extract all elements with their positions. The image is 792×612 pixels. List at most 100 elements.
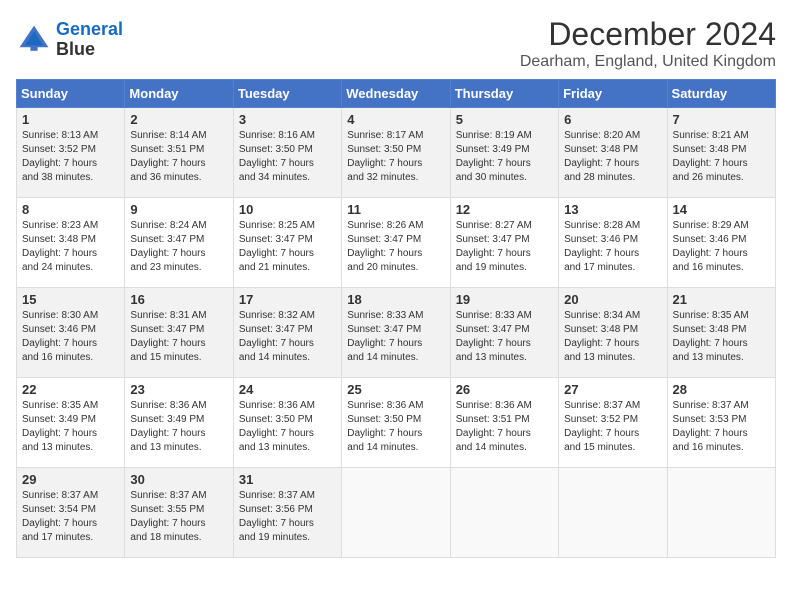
day-info: Sunrise: 8:36 AMSunset: 3:51 PMDaylight:… <box>456 399 553 455</box>
calendar-week-1: 1Sunrise: 8:13 AMSunset: 3:52 PMDaylight… <box>17 108 776 198</box>
calendar-cell: 17 Sunrise: 8:32 AMSunset: 3:47 PMDayligh… <box>233 288 341 378</box>
calendar-cell: 1Sunrise: 8:13 AMSunset: 3:52 PMDaylight… <box>17 108 125 198</box>
calendar-cell: 6 Sunrise: 8:20 AMSunset: 3:48 PMDaylight… <box>559 108 667 198</box>
day-info: Sunrise: 8:37 AMSunset: 3:53 PMDaylight:… <box>673 399 770 455</box>
day-info: Sunrise: 8:24 AMSunset: 3:47 PMDaylight:… <box>130 219 227 275</box>
day-number: 19 <box>456 292 553 307</box>
col-thursday: Thursday <box>450 80 558 108</box>
logo-text: General Blue <box>56 20 123 60</box>
day-number: 26 <box>456 382 553 397</box>
day-info: Sunrise: 8:23 AMSunset: 3:48 PMDaylight:… <box>22 219 119 275</box>
calendar-cell: 18Sunrise: 8:33 AMSunset: 3:47 PMDayligh… <box>342 288 450 378</box>
day-info: Sunrise: 8:37 AMSunset: 3:55 PMDaylight:… <box>130 489 227 545</box>
calendar-cell: 30 Sunrise: 8:37 AMSunset: 3:55 PMDayligh… <box>125 468 233 558</box>
col-tuesday: Tuesday <box>233 80 341 108</box>
day-number: 23 <box>130 382 227 397</box>
calendar-week-5: 29 Sunrise: 8:37 AMSunset: 3:54 PMDayligh… <box>17 468 776 558</box>
calendar-cell: 28 Sunrise: 8:37 AMSunset: 3:53 PMDayligh… <box>667 378 775 468</box>
day-number: 6 <box>564 112 661 127</box>
day-info: Sunrise: 8:19 AMSunset: 3:49 PMDaylight:… <box>456 129 553 185</box>
day-info: Sunrise: 8:36 AMSunset: 3:50 PMDaylight:… <box>239 399 336 455</box>
calendar-table: Sunday Monday Tuesday Wednesday Thursday… <box>16 79 776 558</box>
calendar-cell: 13 Sunrise: 8:28 AMSunset: 3:46 PMDayligh… <box>559 198 667 288</box>
day-number: 25 <box>347 382 444 397</box>
day-info: Sunrise: 8:34 AMSunset: 3:48 PMDaylight:… <box>564 309 661 365</box>
day-number: 12 <box>456 202 553 217</box>
logo-icon <box>16 22 52 58</box>
calendar-cell: 5 Sunrise: 8:19 AMSunset: 3:49 PMDaylight… <box>450 108 558 198</box>
calendar-cell: 10 Sunrise: 8:25 AMSunset: 3:47 PMDayligh… <box>233 198 341 288</box>
calendar-cell: 22Sunrise: 8:35 AMSunset: 3:49 PMDayligh… <box>17 378 125 468</box>
calendar-cell: 27Sunrise: 8:37 AMSunset: 3:52 PMDayligh… <box>559 378 667 468</box>
day-number: 16 <box>130 292 227 307</box>
calendar-cell: 29 Sunrise: 8:37 AMSunset: 3:54 PMDayligh… <box>17 468 125 558</box>
day-info: Sunrise: 8:16 AMSunset: 3:50 PMDaylight:… <box>239 129 336 185</box>
day-number: 4 <box>347 112 444 127</box>
day-info: Sunrise: 8:27 AMSunset: 3:47 PMDaylight:… <box>456 219 553 275</box>
day-number: 5 <box>456 112 553 127</box>
day-info: Sunrise: 8:26 AMSunset: 3:47 PMDaylight:… <box>347 219 444 275</box>
day-info: Sunrise: 8:35 AMSunset: 3:48 PMDaylight:… <box>673 309 770 365</box>
calendar-week-4: 22Sunrise: 8:35 AMSunset: 3:49 PMDayligh… <box>17 378 776 468</box>
day-info: Sunrise: 8:33 AMSunset: 3:47 PMDaylight:… <box>347 309 444 365</box>
calendar-cell: 20 Sunrise: 8:34 AMSunset: 3:48 PMDayligh… <box>559 288 667 378</box>
col-wednesday: Wednesday <box>342 80 450 108</box>
logo: General Blue <box>16 20 123 60</box>
day-number: 30 <box>130 472 227 487</box>
col-friday: Friday <box>559 80 667 108</box>
calendar-cell: 26 Sunrise: 8:36 AMSunset: 3:51 PMDayligh… <box>450 378 558 468</box>
calendar-cell: 16 Sunrise: 8:31 AMSunset: 3:47 PMDayligh… <box>125 288 233 378</box>
day-info: Sunrise: 8:13 AMSunset: 3:52 PMDaylight:… <box>22 129 119 185</box>
day-info: Sunrise: 8:31 AMSunset: 3:47 PMDaylight:… <box>130 309 227 365</box>
day-number: 21 <box>673 292 770 307</box>
day-info: Sunrise: 8:30 AMSunset: 3:46 PMDaylight:… <box>22 309 119 365</box>
day-info: Sunrise: 8:21 AMSunset: 3:48 PMDaylight:… <box>673 129 770 185</box>
day-info: Sunrise: 8:36 AMSunset: 3:49 PMDaylight:… <box>130 399 227 455</box>
day-number: 3 <box>239 112 336 127</box>
day-number: 17 <box>239 292 336 307</box>
calendar-cell: 4Sunrise: 8:17 AMSunset: 3:50 PMDaylight… <box>342 108 450 198</box>
col-saturday: Saturday <box>667 80 775 108</box>
day-info: Sunrise: 8:37 AMSunset: 3:52 PMDaylight:… <box>564 399 661 455</box>
day-info: Sunrise: 8:14 AMSunset: 3:51 PMDaylight:… <box>130 129 227 185</box>
col-monday: Monday <box>125 80 233 108</box>
day-number: 15 <box>22 292 119 307</box>
day-info: Sunrise: 8:33 AMSunset: 3:47 PMDaylight:… <box>456 309 553 365</box>
calendar-cell: 19 Sunrise: 8:33 AMSunset: 3:47 PMDayligh… <box>450 288 558 378</box>
day-number: 20 <box>564 292 661 307</box>
calendar-cell <box>342 468 450 558</box>
calendar-cell: 3 Sunrise: 8:16 AMSunset: 3:50 PMDaylight… <box>233 108 341 198</box>
calendar-cell: 25 Sunrise: 8:36 AMSunset: 3:50 PMDayligh… <box>342 378 450 468</box>
day-number: 13 <box>564 202 661 217</box>
calendar-cell: 21 Sunrise: 8:35 AMSunset: 3:48 PMDayligh… <box>667 288 775 378</box>
day-number: 10 <box>239 202 336 217</box>
day-number: 2 <box>130 112 227 127</box>
title-block: December 2024 Dearham, England, United K… <box>520 16 776 71</box>
day-info: Sunrise: 8:25 AMSunset: 3:47 PMDaylight:… <box>239 219 336 275</box>
calendar-cell: 11Sunrise: 8:26 AMSunset: 3:47 PMDayligh… <box>342 198 450 288</box>
day-number: 28 <box>673 382 770 397</box>
calendar-cell: 15 Sunrise: 8:30 AMSunset: 3:46 PMDayligh… <box>17 288 125 378</box>
day-info: Sunrise: 8:20 AMSunset: 3:48 PMDaylight:… <box>564 129 661 185</box>
location: Dearham, England, United Kingdom <box>520 53 776 71</box>
calendar-cell: 14Sunrise: 8:29 AMSunset: 3:46 PMDayligh… <box>667 198 775 288</box>
day-number: 29 <box>22 472 119 487</box>
col-sunday: Sunday <box>17 80 125 108</box>
calendar-cell <box>559 468 667 558</box>
month-title: December 2024 <box>520 16 776 53</box>
calendar-cell: 9 Sunrise: 8:24 AMSunset: 3:47 PMDaylight… <box>125 198 233 288</box>
calendar-cell: 8 Sunrise: 8:23 AMSunset: 3:48 PMDaylight… <box>17 198 125 288</box>
day-info: Sunrise: 8:37 AMSunset: 3:54 PMDaylight:… <box>22 489 119 545</box>
day-info: Sunrise: 8:28 AMSunset: 3:46 PMDaylight:… <box>564 219 661 275</box>
day-info: Sunrise: 8:36 AMSunset: 3:50 PMDaylight:… <box>347 399 444 455</box>
day-info: Sunrise: 8:35 AMSunset: 3:49 PMDaylight:… <box>22 399 119 455</box>
day-number: 9 <box>130 202 227 217</box>
header-row: Sunday Monday Tuesday Wednesday Thursday… <box>17 80 776 108</box>
day-number: 24 <box>239 382 336 397</box>
day-info: Sunrise: 8:32 AMSunset: 3:47 PMDaylight:… <box>239 309 336 365</box>
day-number: 8 <box>22 202 119 217</box>
calendar-cell: 23 Sunrise: 8:36 AMSunset: 3:49 PMDayligh… <box>125 378 233 468</box>
day-number: 14 <box>673 202 770 217</box>
calendar-cell: 2 Sunrise: 8:14 AMSunset: 3:51 PMDaylight… <box>125 108 233 198</box>
calendar-cell: 12 Sunrise: 8:27 AMSunset: 3:47 PMDayligh… <box>450 198 558 288</box>
